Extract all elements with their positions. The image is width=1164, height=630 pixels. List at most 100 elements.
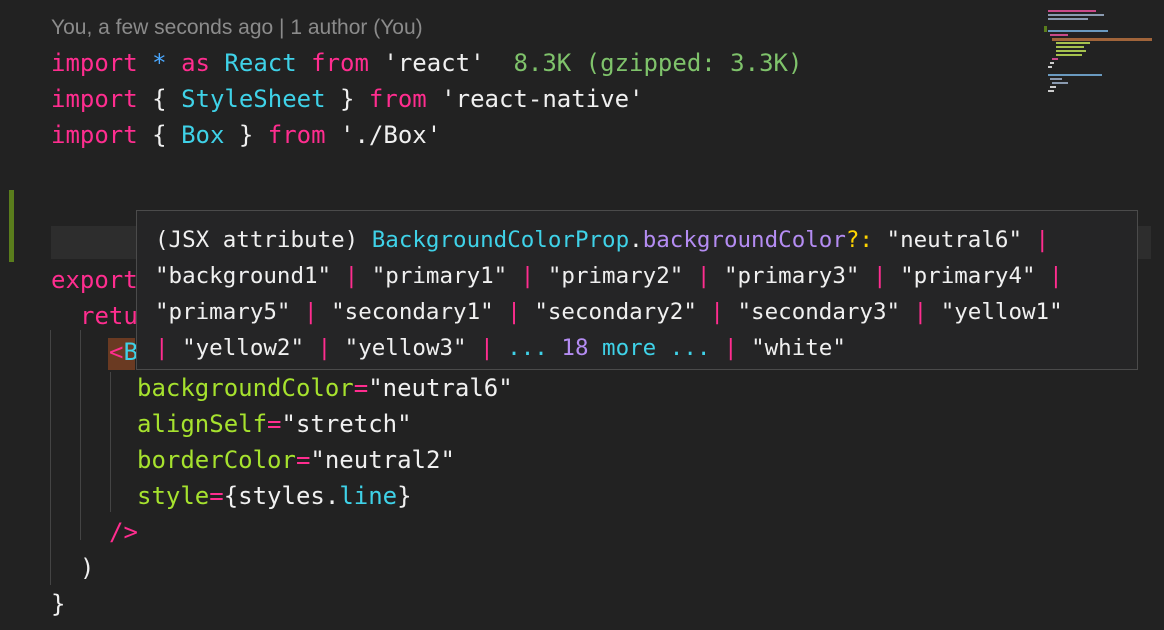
tooltip-type-name: BackgroundColorProp [371,227,630,253]
code-line-attr-style[interactable]: style={styles.line} [137,478,412,514]
keyword: import [51,121,138,149]
tooltip-pipe: | [480,335,494,361]
tooltip-value: "secondary2" [534,299,697,325]
module-string: 'react-native' [441,85,644,113]
operator: = [353,374,369,402]
keyword: import [51,85,138,113]
type-hover-tooltip: (JSX attribute) BackgroundColorProp.back… [136,210,1138,370]
punctuation: ) [80,554,95,582]
indent-guide [110,372,111,512]
tooltip-value: "primary1" [371,263,508,289]
keyword: from [368,85,427,113]
tooltip-row: (JSX attribute) BackgroundColorProp.back… [155,222,1119,258]
tooltip-value: "primary3" [723,263,860,289]
punctuation: { [152,121,167,149]
punctuation: . [324,482,340,510]
operator: = [209,482,224,510]
tooltip-row: "primary5" | "secondary1" | "secondary2"… [155,294,1119,330]
keyword: from [311,49,369,77]
keyword: import [51,49,138,77]
code-line-import-box[interactable]: import { Box } from './Box' [51,117,441,153]
code-line-import-stylesheet[interactable]: import { StyleSheet } from 'react-native… [51,81,643,117]
identifier: styles [238,482,325,510]
tooltip-pipe: | [710,299,724,325]
tooltip-value: "primary4" [900,263,1036,289]
attribute-value: "stretch" [281,410,412,438]
code-line-close-brace[interactable]: } [51,586,65,622]
code-line-import-react[interactable]: import * as React from 'react' 8.3K (gzi… [51,45,802,81]
operator: = [267,410,282,438]
indent-guide [80,330,81,540]
code-line-self-close[interactable]: /> [109,514,138,550]
tooltip-value: "yellow1" [940,299,1063,325]
attribute-value: "neutral2" [310,446,455,474]
code-line-return[interactable]: retu [80,298,138,334]
identifier: React [224,49,297,77]
code-line-attr-alignself[interactable]: alignSelf="stretch" [137,406,412,442]
tooltip-value: "secondary1" [331,299,494,325]
tooltip-dot: . [629,227,643,253]
jsx-attribute-name: style [137,482,210,510]
tag-bracket: < [109,338,124,366]
minimap[interactable] [1042,8,1154,108]
tooltip-more-label: more [602,335,657,361]
git-blame-annotation: You, a few seconds ago | 1 author (You) [51,16,423,39]
operator: = [295,446,311,474]
keyword: from [267,121,326,149]
tag-bracket: /> [109,518,138,546]
code-line-attr-bordercolor[interactable]: borderColor="neutral2" [137,442,455,478]
keyword: export [51,266,138,294]
tooltip-row: | "yellow2" | "yellow3" | ... 18 more ..… [155,330,1119,366]
punctuation: } [51,590,66,618]
tooltip-value: "background1" [155,263,332,289]
tooltip-pipe: | [913,299,928,325]
punctuation: } [340,85,355,113]
tooltip-pipe: | [344,263,359,289]
code-editor[interactable]: You, a few seconds ago | 1 author (You) … [0,0,1164,630]
tooltip-pipe: | [723,335,738,361]
code-line-attr-backgroundcolor[interactable]: backgroundColor="neutral6" [137,370,513,406]
punctuation: { [152,85,167,113]
module-string: 'react' [383,49,485,77]
jsx-attribute-name: backgroundColor [137,374,354,402]
tooltip-value: "neutral6" [886,227,1022,253]
identifier: Box [181,121,225,149]
tooltip-value: "white" [751,335,846,361]
tooltip-ellipsis: ... [507,335,548,361]
tooltip-ellipsis: ... [669,335,711,361]
code-line-export[interactable]: export [51,262,138,298]
module-string: './Box' [340,121,442,149]
punctuation: { [223,482,239,510]
property: line [339,482,398,510]
tooltip-value: "primary2" [547,263,684,289]
operator: * [152,49,167,77]
tooltip-pipe: | [155,335,169,361]
keyword: as [181,49,210,77]
gutter-modified-marker [9,190,14,262]
jsx-attribute-name: alignSelf [137,410,268,438]
tooltip-pipe: | [696,263,711,289]
tooltip-pipe: | [1049,263,1063,289]
tooltip-pipe: | [317,335,332,361]
indent-guide [50,330,51,585]
tooltip-prefix: (JSX attribute) [155,227,372,253]
tooltip-value: "primary5" [155,299,291,325]
tooltip-pipe: | [507,299,521,325]
punctuation: } [238,121,254,149]
tooltip-prop-name: backgroundColor [642,227,846,253]
tooltip-more-count: 18 [561,335,589,361]
tooltip-pipe: | [872,263,887,289]
tooltip-pipe: | [1035,227,1050,253]
jsx-attribute-name: borderColor [137,446,296,474]
code-line-box-open[interactable]: <B [109,334,138,370]
tooltip-optional: ?: [845,227,873,253]
code-line-close-paren[interactable]: ) [80,550,94,586]
punctuation: } [397,482,412,510]
import-cost-hint: 8.3K (gzipped: 3.3K) [513,49,803,77]
tooltip-value: "yellow2" [182,335,305,361]
tooltip-pipe: | [304,299,318,325]
tooltip-value: "yellow3" [344,335,467,361]
attribute-value: "neutral6" [368,374,513,402]
tooltip-row: "background1" | "primary1" | "primary2" … [155,258,1119,294]
tooltip-pipe: | [520,263,535,289]
